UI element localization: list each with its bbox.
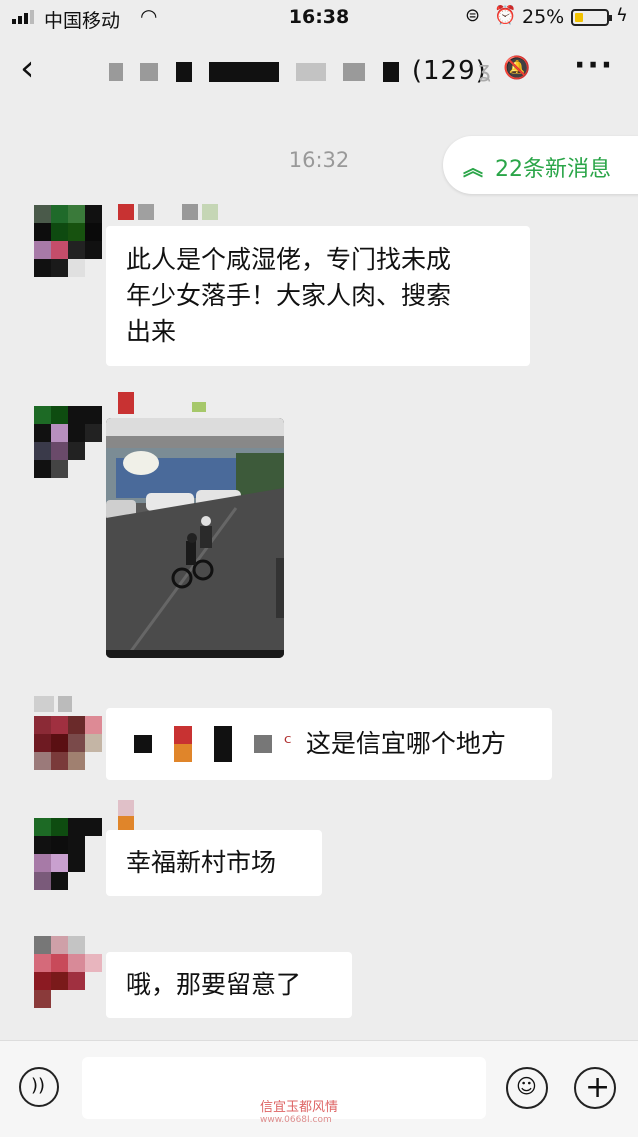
message-bubble[interactable]: ᶜ 这是信宜哪个地方	[106, 708, 552, 780]
mute-bell-icon: 🔕	[503, 56, 531, 81]
censored-block	[382, 61, 399, 82]
voice-icon[interactable]: ))	[19, 1067, 59, 1107]
chili-emoji-icon: ᶜ	[283, 731, 292, 756]
message-line: 出来	[126, 317, 177, 346]
censored-block	[173, 726, 192, 762]
watermark-text: 信宜玉都风情	[260, 1100, 339, 1115]
battery-fill	[575, 13, 583, 22]
sender-name	[34, 696, 72, 714]
plus-icon[interactable]: +	[574, 1067, 616, 1109]
chat-title[interactable]: (129)	[105, 56, 487, 86]
censored-block	[253, 735, 272, 753]
earpiece-icon: ʓ	[478, 58, 491, 83]
message-bubble[interactable]: 哦，那要留意了	[106, 952, 352, 1018]
alarm-icon: ⏰	[494, 5, 517, 26]
message-line: 这是信宜哪个地方	[305, 729, 506, 758]
censored-block	[175, 61, 192, 82]
cctv-photo[interactable]	[106, 418, 284, 658]
emoji-icon[interactable]: ☺	[506, 1067, 548, 1109]
avatar[interactable]	[34, 205, 102, 277]
chevron-left-icon[interactable]: ‹	[20, 48, 34, 89]
battery-percent: 25%	[522, 6, 565, 28]
watermark: 信宜玉都风情 www.0668I.com	[260, 1096, 338, 1125]
double-chevron-up-icon: ︽	[463, 156, 483, 180]
new-messages-label: 22条新消息	[495, 157, 611, 182]
censored-block	[296, 62, 327, 81]
status-bar: 中国移动 ◠ 16:38 ⊜ ⏰ 25% ϟ	[0, 0, 638, 36]
new-messages-button[interactable]: ︽ 22条新消息	[443, 136, 638, 194]
sender-name	[118, 392, 206, 414]
censored-block	[208, 61, 279, 82]
bolt-icon: ϟ	[616, 5, 628, 26]
message-line: 年少女落手！大家人肉、搜索	[126, 281, 452, 310]
avatar[interactable]	[34, 818, 102, 890]
message-bubble[interactable]: 此人是个咸湿佬，专门找未成 年少女落手！大家人肉、搜索 出来	[106, 226, 530, 366]
member-count: (129)	[411, 56, 487, 86]
avatar[interactable]	[34, 716, 102, 788]
message-line: 哦，那要留意了	[126, 970, 302, 999]
message-line: 幸福新村市场	[126, 848, 277, 877]
rotation-lock-icon: ⊜	[465, 5, 481, 26]
avatar[interactable]	[34, 406, 102, 478]
censored-block	[213, 726, 232, 762]
more-dots-icon[interactable]: ···	[574, 48, 614, 83]
avatar[interactable]	[34, 936, 102, 1008]
sender-name	[118, 204, 218, 222]
watermark-url: www.0668I.com	[260, 1115, 332, 1125]
censored-block	[109, 62, 123, 81]
censored-block	[134, 735, 152, 753]
censored-block	[140, 62, 159, 81]
chat-header: ‹ (129) ʓ 🔕 ···	[0, 36, 638, 108]
censored-block	[343, 62, 366, 81]
message-bubble[interactable]: 幸福新村市场	[106, 830, 322, 896]
street-scene-image	[106, 418, 284, 658]
battery-icon	[571, 9, 612, 26]
message-line: 此人是个咸湿佬，专门找未成	[126, 245, 452, 274]
